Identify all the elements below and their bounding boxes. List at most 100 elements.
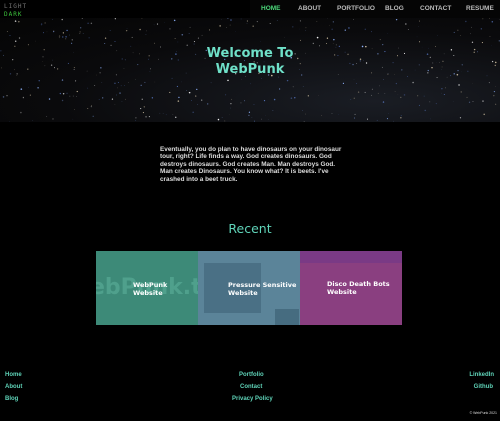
footer-about[interactable]: About xyxy=(5,384,22,390)
star xyxy=(387,33,389,34)
star xyxy=(318,95,319,96)
star xyxy=(465,20,467,23)
star xyxy=(418,104,420,106)
recent-heading: Recent xyxy=(228,221,272,236)
star xyxy=(419,20,420,22)
star xyxy=(394,91,396,92)
star xyxy=(104,37,107,39)
star xyxy=(307,95,309,97)
star xyxy=(388,113,389,114)
star xyxy=(65,36,67,38)
footer-contact[interactable]: Contact xyxy=(240,384,262,390)
star xyxy=(46,116,48,117)
star xyxy=(261,78,262,79)
star xyxy=(332,21,334,23)
star xyxy=(58,37,60,39)
footer-github[interactable]: Github xyxy=(474,384,493,390)
star xyxy=(435,103,437,105)
star xyxy=(400,115,402,117)
card-pressure-sensitive[interactable]: Pressure Sensitive Website xyxy=(198,251,300,325)
star xyxy=(321,115,322,116)
footer-blog[interactable]: Blog xyxy=(5,396,18,402)
star xyxy=(395,18,398,21)
star xyxy=(412,81,414,84)
star xyxy=(41,24,42,26)
star xyxy=(14,40,17,42)
star xyxy=(230,102,232,105)
nav-blog[interactable]: BLOG xyxy=(385,5,404,12)
star xyxy=(292,26,294,28)
footer-home[interactable]: Home xyxy=(5,372,22,378)
star xyxy=(146,30,147,32)
star xyxy=(459,117,462,119)
nav-portfolio[interactable]: PORTFOLIO xyxy=(337,5,375,12)
star xyxy=(303,121,305,122)
star xyxy=(62,32,65,34)
star xyxy=(466,96,468,98)
star xyxy=(244,100,246,102)
star xyxy=(186,89,188,91)
nav-resume[interactable]: RESUME xyxy=(466,5,494,12)
star xyxy=(299,20,301,22)
star xyxy=(174,37,176,39)
star xyxy=(72,95,74,97)
star xyxy=(342,82,345,84)
footer-privacy[interactable]: Privacy Policy xyxy=(232,396,273,402)
nav-home[interactable]: HOME xyxy=(261,5,281,12)
star xyxy=(419,41,421,43)
nav-about[interactable]: ABOUT xyxy=(298,5,321,12)
star xyxy=(353,19,354,20)
star xyxy=(48,98,51,100)
star xyxy=(379,85,380,87)
card-label: WebPunk Website xyxy=(133,281,168,297)
dark-theme-toggle[interactable]: DARK xyxy=(4,11,22,18)
star xyxy=(316,20,318,22)
star xyxy=(429,101,431,103)
star xyxy=(82,33,84,34)
star xyxy=(407,29,409,30)
star xyxy=(230,19,232,21)
star xyxy=(495,103,497,105)
star xyxy=(18,20,20,23)
star xyxy=(217,118,220,121)
star xyxy=(128,82,129,83)
footer-portfolio[interactable]: Portfolio xyxy=(239,372,264,378)
light-theme-toggle[interactable]: LIGHT xyxy=(4,3,27,10)
star xyxy=(151,97,154,99)
star xyxy=(114,82,116,85)
hero-title-line2: WebPunk xyxy=(215,62,285,77)
star xyxy=(246,20,248,22)
star xyxy=(61,79,64,81)
star xyxy=(240,18,242,20)
footer-linkedin[interactable]: LinkedIn xyxy=(469,372,494,378)
star xyxy=(457,29,459,31)
star xyxy=(37,86,39,89)
star xyxy=(383,79,385,80)
star xyxy=(272,109,274,111)
star xyxy=(371,88,373,90)
star xyxy=(441,88,443,90)
star xyxy=(229,24,231,26)
card-disco-death-bots[interactable]: Disco Death Bots Website xyxy=(300,251,402,325)
star xyxy=(91,104,92,106)
star xyxy=(18,37,21,39)
star xyxy=(405,23,407,25)
star xyxy=(400,117,402,119)
star xyxy=(316,36,319,39)
star xyxy=(331,113,333,114)
star xyxy=(22,96,24,98)
star xyxy=(302,86,304,87)
nav-contact[interactable]: CONTACT xyxy=(420,5,451,12)
star xyxy=(159,112,161,114)
star xyxy=(38,80,40,82)
star xyxy=(227,18,229,20)
star xyxy=(326,37,329,39)
star xyxy=(51,19,53,20)
star xyxy=(493,94,495,97)
star xyxy=(254,121,255,122)
star xyxy=(148,116,150,118)
star xyxy=(27,86,29,88)
star xyxy=(81,18,83,19)
card-webpunk[interactable]: ebPunk.te WebPunkWebsite xyxy=(96,251,198,325)
star xyxy=(290,97,293,99)
